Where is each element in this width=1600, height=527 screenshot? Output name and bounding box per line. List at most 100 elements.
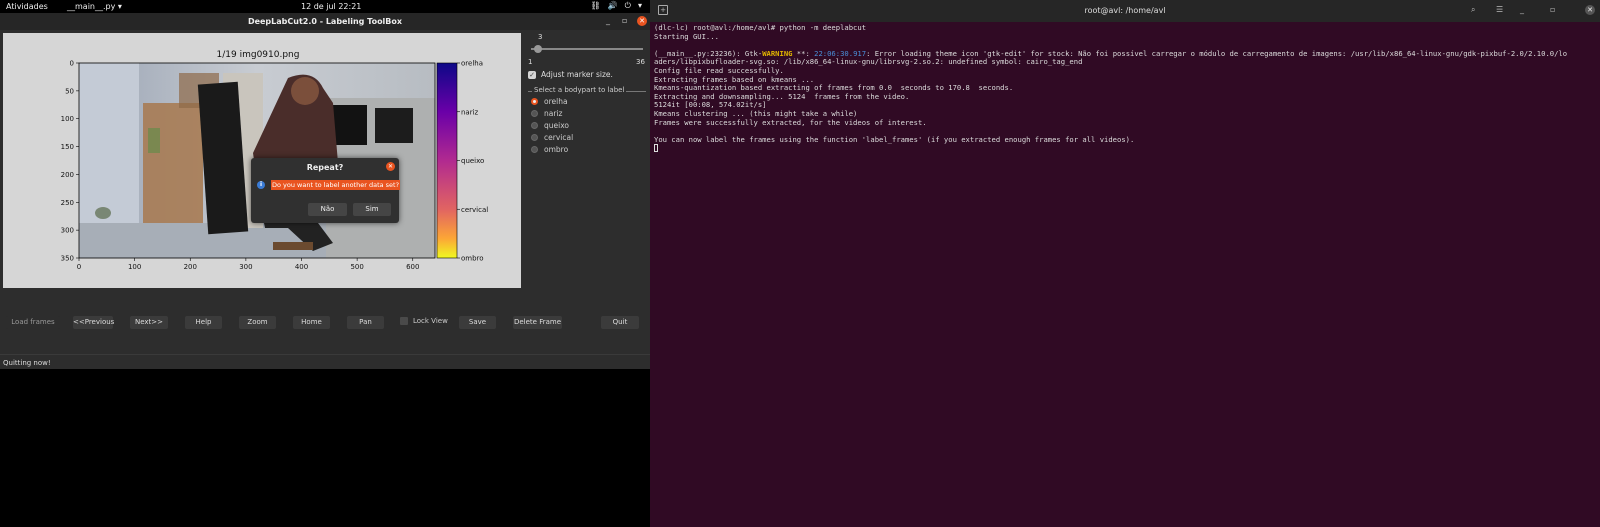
terminal-title: root@avl: /home/avl [1084,6,1166,15]
radio-icon [531,122,538,129]
yes-button[interactable]: Sim [353,203,391,216]
terminal-cursor-line [654,144,1598,153]
x-tick-label: 300 [239,263,252,271]
save-button[interactable]: Save [459,316,496,329]
app-menu[interactable]: __main__.py ▾ [67,2,122,11]
adjust-marker-label: Adjust marker size. [541,70,613,79]
slider-min: 1 [528,58,533,66]
close-icon[interactable]: ✕ [386,162,395,171]
x-tick-label: 400 [295,263,308,271]
previous-button[interactable]: <<Previous [73,316,114,329]
y-axis: 0 50 100 150 200 250 300 350 [61,60,79,263]
home-button[interactable]: Home [293,316,330,329]
maximize-icon[interactable]: ▫ [622,16,627,25]
colorbar-label: cervical [461,206,488,214]
info-icon: i [257,181,265,189]
radio-label: nariz [544,109,563,118]
help-button[interactable]: Help [185,316,222,329]
clock[interactable]: 12 de jul 22:21 [301,2,361,11]
no-button[interactable]: Não [308,203,347,216]
toolbar-buttons: Load frames <<Previous Next>> Help Zoom … [0,316,650,330]
lock-view-label: Lock View [413,317,448,325]
dialog-message: Do you want to label another data set? [271,180,401,190]
colorbar-labels: orelha nariz queixo cervical ombro [457,60,488,263]
radio-ombro[interactable]: ombro [531,145,568,154]
terminal-line: (dlc-lc) root@avl:/home/avl# python -m d… [654,23,867,32]
search-icon[interactable]: ⌕ [1471,5,1475,15]
lock-view-checkbox[interactable]: Lock View [400,317,448,325]
status-text: Quitting now! [3,359,51,367]
colorbar-label: orelha [461,60,483,68]
slider-handle[interactable] [533,45,542,53]
zoom-button[interactable]: Zoom [239,316,276,329]
x-tick-label: 500 [350,263,363,271]
delete-frame-button[interactable]: Delete Frame [513,316,562,329]
slider-max: 36 [636,58,645,66]
gnome-top-bar: Atividades __main__.py ▾ 12 de jul 22:21… [0,0,650,13]
colorbar-label: queixo [461,157,484,165]
window-title: DeepLabCut2.0 - Labeling ToolBox [247,17,403,26]
radio-queixo[interactable]: queixo [531,121,569,130]
radio-nariz[interactable]: nariz [531,109,562,118]
pan-button[interactable]: Pan [347,316,384,329]
marker-size-slider[interactable] [531,48,643,50]
terminal-line: Starting GUI... [654,31,719,41]
y-tick-label: 250 [61,199,74,207]
radio-label: queixo [544,121,570,130]
radio-orelha[interactable]: orelha [531,97,568,106]
x-tick-label: 200 [184,263,197,271]
radio-label: orelha [544,97,568,106]
system-tray[interactable]: ⛓ 🔊 ⏻ ▾ [591,1,642,11]
radio-label: cervical [544,133,574,142]
x-tick-label: 100 [128,263,141,271]
power-icon: ⏻ [624,1,631,10]
y-tick-label: 200 [61,171,74,179]
window-titlebar[interactable]: DeepLabCut2.0 - Labeling ToolBox _ ▫ ✕ [0,13,650,30]
bodypart-group-label: Select a bodypart to label [532,86,627,94]
quit-button[interactable]: Quit [601,316,639,329]
repeat-dialog: Repeat? ✕ i Do you want to label another… [251,158,401,223]
colorbar [436,62,458,259]
colorbar-label: nariz [461,108,479,116]
dialog-title: Repeat? [306,163,344,172]
terminal-line: Frames were successfully extracted, for … [654,117,927,127]
adjust-marker-checkbox[interactable]: ✓ Adjust marker size. [528,70,613,79]
close-icon[interactable]: ✕ [637,16,647,26]
y-tick-label: 300 [61,227,74,235]
chevron-down-icon: ▾ [117,2,122,11]
app-menu-label: __main__.py [67,2,116,11]
checkbox-icon [400,317,408,325]
load-frames-button[interactable]: Load frames [6,316,60,329]
text-cursor [654,144,658,153]
terminal-line: aders/libpixbufloader-svg.so: /lib/x86_6… [654,57,1083,67]
y-tick-label: 50 [65,87,74,95]
close-icon[interactable]: ✕ [1585,5,1595,15]
maximize-icon[interactable]: ▫ [1550,5,1555,14]
x-tick-label: 600 [406,263,419,271]
radio-selected-icon [531,98,538,105]
terminal-line: You can now label the frames using the f… [654,134,1135,144]
slider-value: 3 [538,33,543,41]
checkbox-checked-icon: ✓ [528,70,536,79]
network-icon: ⛓ [590,1,601,10]
side-panel: 3 1 36 ✓ Adjust marker size. Select a bo… [525,33,650,293]
hamburger-menu-icon[interactable]: ☰ [1496,5,1503,14]
radio-cervical[interactable]: cervical [531,133,573,142]
next-button[interactable]: Next>> [130,316,168,329]
terminal-line: Extracting and downsampling... 5124 fram… [654,91,910,101]
y-tick-label: 100 [61,115,74,123]
terminal-output[interactable]: (dlc-lc) root@avl:/home/avl# python -m d… [654,23,1598,153]
status-bar: Quitting now! [0,354,650,369]
volume-icon: 🔊 [607,1,618,10]
minimize-icon[interactable]: _ [1520,5,1524,14]
colorbar-label: ombro [461,255,484,263]
minimize-icon[interactable]: _ [606,16,610,25]
x-tick-label: 0 [77,263,81,271]
radio-icon [531,134,538,141]
radio-icon [531,146,538,153]
y-tick-label: 350 [61,255,74,263]
radio-icon [531,110,538,117]
activities-button[interactable]: Atividades [6,2,48,11]
y-tick-label: 150 [61,143,74,151]
terminal-headerbar[interactable]: + root@avl: /home/avl ⌕ ☰ _ ▫ ✕ [650,0,1600,22]
